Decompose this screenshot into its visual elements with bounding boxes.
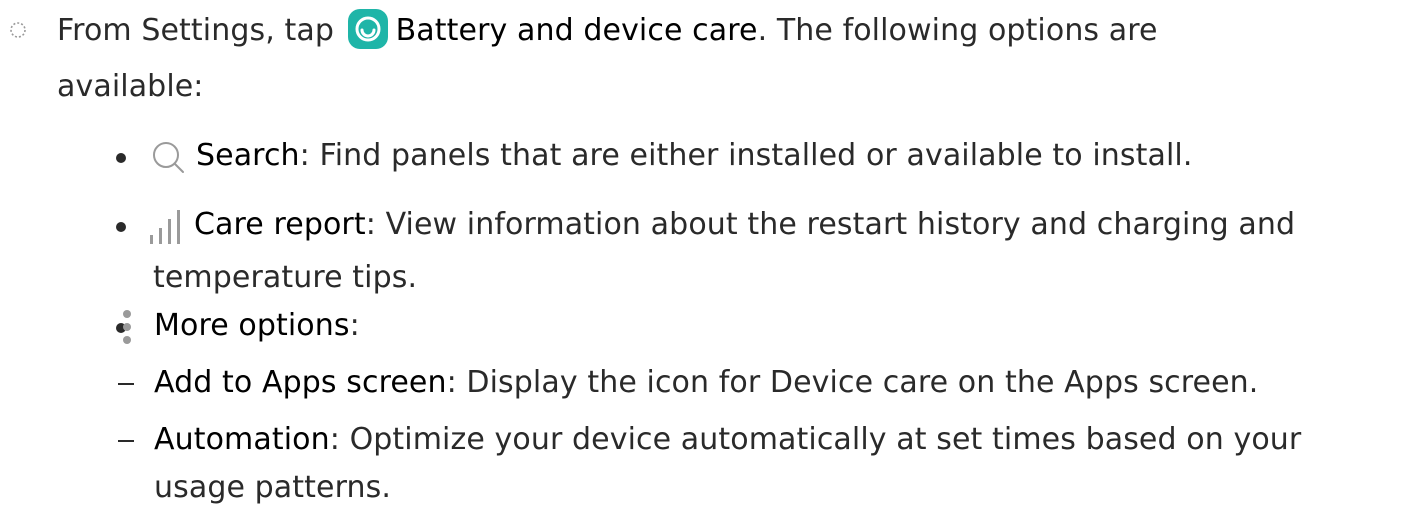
sub-option-automation: Automation: Optimize your device automat…: [154, 420, 1301, 460]
step-text-continued: available:: [57, 69, 204, 104]
sub-option-automation-desc-2: usage patterns.: [154, 470, 391, 505]
sub-option-add-to-apps-term: Add to Apps screen: [154, 365, 447, 400]
option-care-report: Care report: View information about the …: [194, 205, 1295, 245]
battery-device-care-icon: [347, 8, 388, 49]
sub-option-automation-continued: usage patterns.: [154, 468, 391, 508]
option-search-desc: : Find panels that are either installed …: [299, 138, 1193, 173]
sub-option-add-to-apps-desc: : Display the icon for Device care on th…: [446, 365, 1259, 400]
step-text-end: . The following options are: [757, 13, 1158, 48]
step-line-2: available:: [57, 67, 204, 107]
option-more-options-desc: :: [349, 308, 360, 343]
dash-add-to-apps: [118, 383, 134, 385]
option-care-report-desc: : View information about the restart his…: [365, 207, 1296, 242]
bullet-search: [116, 153, 126, 163]
option-more-options-term: More options: [154, 308, 350, 343]
step-line-1: From Settings, tap Battery and device ca…: [57, 8, 1158, 52]
step-text-start: From Settings, tap: [57, 13, 334, 48]
option-search: Search: Find panels that are either inst…: [196, 136, 1193, 176]
option-care-report-desc-2: temperature tips.: [153, 260, 418, 295]
app-name: Battery and device care: [395, 13, 758, 48]
sub-option-automation-desc: : Optimize your device automatically at …: [329, 422, 1302, 457]
dash-automation: [118, 440, 134, 442]
option-more-options: More options:: [154, 306, 360, 346]
sub-option-automation-term: Automation: [154, 422, 330, 457]
sub-option-add-to-apps: Add to Apps screen: Display the icon for…: [154, 363, 1258, 403]
step-marker-icon: [10, 22, 26, 38]
instruction-document: From Settings, tap Battery and device ca…: [0, 0, 1424, 516]
option-care-report-term: Care report: [194, 207, 366, 242]
search-icon: [153, 142, 184, 173]
more-options-icon: [123, 310, 131, 344]
bullet-care-report: [116, 222, 126, 232]
option-search-term: Search: [196, 138, 300, 173]
option-care-report-continued: temperature tips.: [153, 258, 417, 298]
bar-chart-icon: [150, 210, 180, 244]
